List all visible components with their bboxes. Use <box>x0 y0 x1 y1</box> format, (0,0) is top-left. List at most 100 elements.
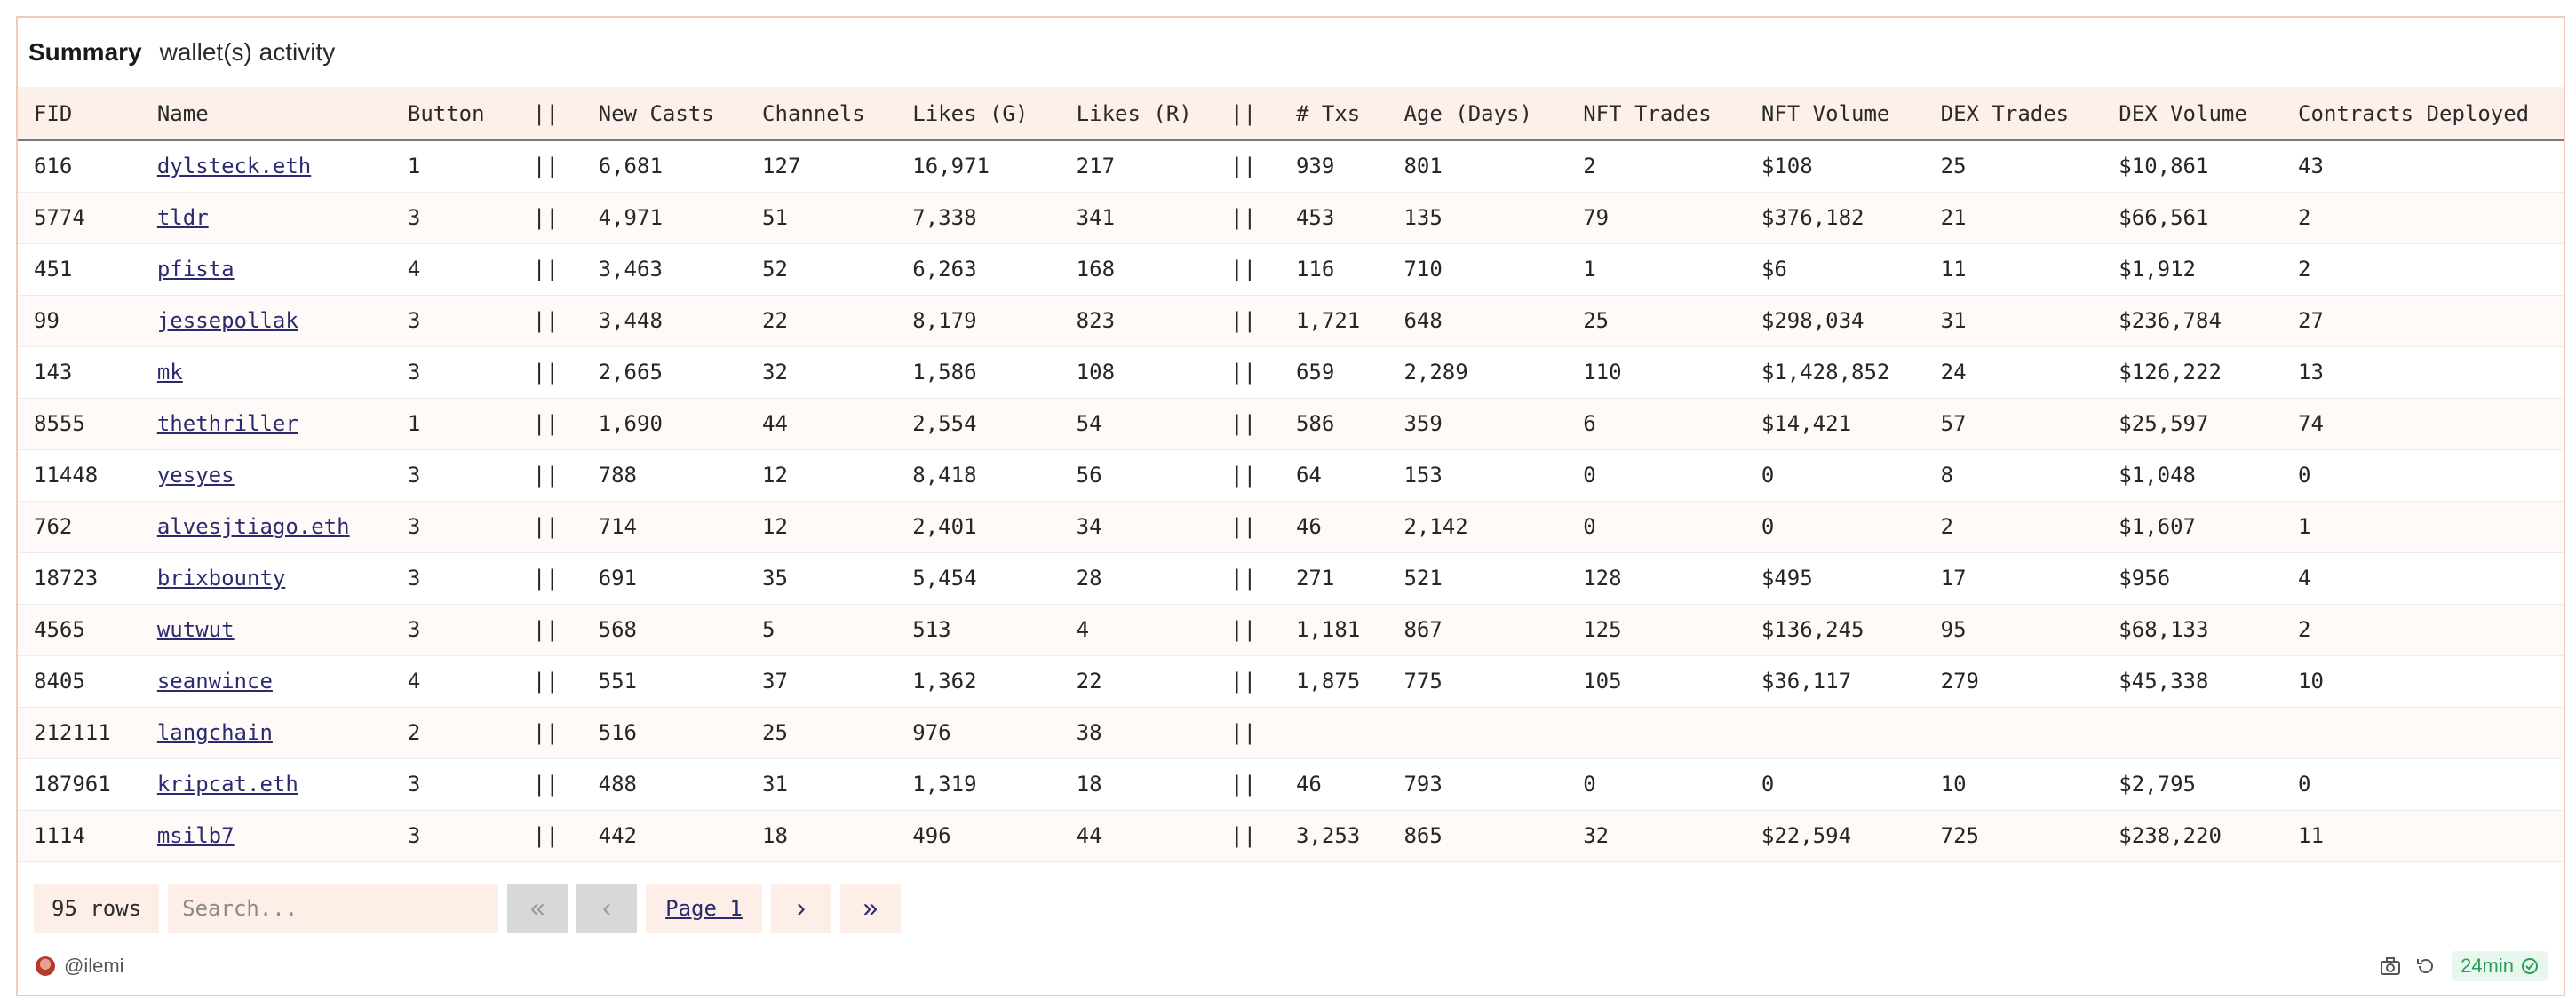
table-cell: 1114 <box>34 823 85 848</box>
table-cell: 5774 <box>34 205 85 230</box>
table-cell: 1,586 <box>912 360 977 385</box>
table-cell: || <box>532 617 559 642</box>
table-cell: || <box>532 411 559 436</box>
table-cell: || <box>532 720 559 745</box>
column-header[interactable]: Likes (G) <box>896 87 1061 141</box>
table-cell: 32 <box>1583 823 1610 848</box>
table-cell <box>1745 707 1925 758</box>
dashboard-panel: Summary wallet(s) activity FID Name Button… <box>16 16 2565 996</box>
table-cell: 451 <box>34 257 73 281</box>
user-profile-link[interactable]: msilb7 <box>157 823 235 848</box>
table-cell: 10 <box>2298 669 2324 694</box>
user-profile-link[interactable]: pfista <box>157 257 235 281</box>
table-cell: 108 <box>1076 360 1116 385</box>
table-cell: 52 <box>762 257 788 281</box>
table-cell: 212111 <box>34 720 111 745</box>
table-cell: 4 <box>2298 566 2311 591</box>
user-profile-link[interactable]: yesyes <box>157 463 235 488</box>
table-cell: 16,971 <box>912 154 990 179</box>
table-cell: 775 <box>1403 669 1443 694</box>
table-cell: 2,142 <box>1403 514 1468 539</box>
table-cell: 3 <box>407 360 421 385</box>
table-cell: 867 <box>1403 617 1443 642</box>
table-cell: 46 <box>1295 772 1322 797</box>
column-header[interactable]: DEX Volume <box>2103 87 2283 141</box>
column-header[interactable]: Contracts Deployed <box>2282 87 2564 141</box>
column-header[interactable]: Name <box>140 87 392 141</box>
column-header[interactable]: Channels <box>746 87 897 141</box>
table-cell: 1 <box>407 411 421 436</box>
user-profile-link[interactable]: brixbounty <box>157 566 286 591</box>
user-profile-link[interactable]: dylsteck.eth <box>157 154 311 178</box>
table-cell: 3 <box>407 205 421 230</box>
user-profile-link[interactable]: seanwince <box>157 669 273 694</box>
table-cell: 7,338 <box>912 205 977 230</box>
table-cell: 725 <box>1940 823 1979 848</box>
table-cell: langchain <box>141 707 392 758</box>
table-cell: 1 <box>2298 514 2311 539</box>
table-row: 18723 brixbounty 3 || 691 35 5,454 28 || 271 521 12… <box>18 552 2564 604</box>
table-cell: 521 <box>1403 566 1443 591</box>
column-header[interactable]: Age (Days) <box>1387 87 1568 141</box>
table-cell: || <box>1230 720 1257 745</box>
table-cell: 135 <box>1403 205 1443 230</box>
user-profile-link[interactable]: alvesjtiago.eth <box>157 514 350 539</box>
table-cell: 153 <box>1403 463 1443 488</box>
next-page-button[interactable]: › <box>770 884 831 933</box>
table-cell: || <box>1230 308 1257 333</box>
first-page-button[interactable]: « <box>507 884 568 933</box>
table-cell: seanwince <box>141 655 392 707</box>
camera-icon[interactable] <box>2381 957 2401 975</box>
table-cell <box>2103 707 2282 758</box>
chevron-right-icon: › <box>796 893 806 923</box>
table-cell: $376,182 <box>1761 205 1864 230</box>
column-header[interactable]: New Casts <box>582 87 747 141</box>
table-row: 187961 kripcat.eth 3 || 488 31 1,319 18 || 46 793 0… <box>18 758 2564 810</box>
page-indicator[interactable]: Page 1 <box>646 884 762 933</box>
previous-page-button[interactable]: ‹ <box>576 884 638 933</box>
author-credit[interactable]: @ilemi <box>36 950 124 982</box>
table-cell: 43 <box>2298 154 2324 179</box>
column-header[interactable]: DEX Trades <box>1924 87 2103 141</box>
table-cell: 0 <box>1761 772 1775 797</box>
results-table-container[interactable]: FID Name Button || New Casts Channels Likes (G… <box>18 87 2564 868</box>
refresh-icon[interactable] <box>2416 956 2436 976</box>
table-cell <box>1925 707 2103 758</box>
table-cell: alvesjtiago.eth <box>141 501 392 552</box>
user-profile-link[interactable]: jessepollak <box>157 308 298 333</box>
table-cell: 17 <box>1940 566 1967 591</box>
row-count: 95 rows <box>34 884 160 933</box>
user-profile-link[interactable]: thethriller <box>157 411 298 436</box>
user-profile-link[interactable]: kripcat.eth <box>157 772 298 797</box>
user-profile-link[interactable]: mk <box>157 360 183 385</box>
table-cell: || <box>532 514 559 539</box>
table-cell: 56 <box>1076 463 1102 488</box>
table-cell: 0 <box>1583 772 1596 797</box>
table-cell: $36,117 <box>1761 669 1852 694</box>
table-cell: $10,861 <box>2119 154 2209 179</box>
table-cell: || <box>1230 514 1257 539</box>
table-cell: || <box>1230 257 1257 281</box>
column-header[interactable]: NFT Volume <box>1745 87 1925 141</box>
column-header[interactable]: NFT Trades <box>1567 87 1745 141</box>
user-profile-link[interactable]: langchain <box>157 720 273 745</box>
table-cell: 4 <box>1076 617 1090 642</box>
column-header[interactable]: FID <box>18 87 141 141</box>
column-header[interactable]: || <box>516 87 583 141</box>
column-header[interactable]: Likes (R) <box>1060 87 1215 141</box>
last-page-button[interactable]: » <box>839 884 901 933</box>
table-cell: 217 <box>1076 154 1116 179</box>
search-input[interactable] <box>168 884 499 933</box>
table-cell: 3 <box>407 823 421 848</box>
column-header[interactable]: # Txs <box>1279 87 1388 141</box>
table-cell: $45,338 <box>2119 669 2209 694</box>
user-profile-link[interactable]: tldr <box>157 205 209 230</box>
table-cell: $108 <box>1761 154 1813 179</box>
table-cell: 1 <box>1583 257 1596 281</box>
table-cell: 3,463 <box>598 257 663 281</box>
column-header[interactable]: Button <box>391 87 517 141</box>
table-cell: tldr <box>141 192 392 243</box>
user-profile-link[interactable]: wutwut <box>157 617 235 642</box>
column-header[interactable]: || <box>1214 87 1280 141</box>
table-cell: 8,179 <box>912 308 977 333</box>
